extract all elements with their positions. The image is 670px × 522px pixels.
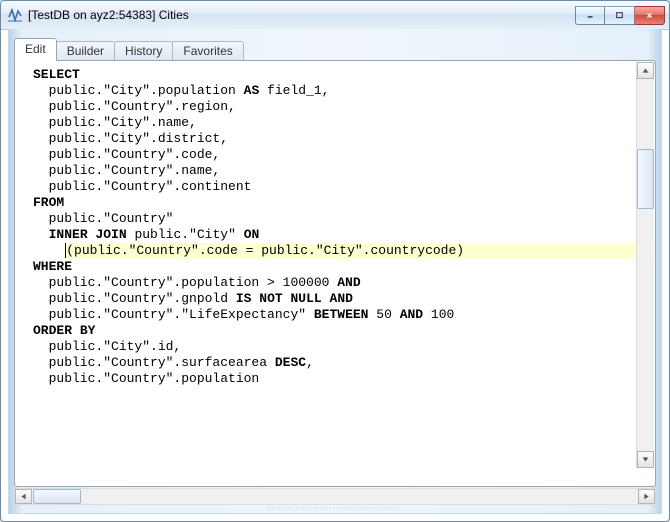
- tab-edit[interactable]: Edit: [14, 38, 57, 61]
- tab-favorites[interactable]: Favorites: [172, 41, 243, 62]
- editor-panel: SELECT public."City".population AS field…: [14, 60, 656, 487]
- window-title: [TestDB on ayz2:54383] Cities: [28, 8, 575, 22]
- chevron-down-icon: [642, 456, 649, 463]
- client-area: Edit Builder History Favorites SELECT pu…: [8, 29, 662, 514]
- scroll-left-button[interactable]: [15, 489, 32, 504]
- hscroll-thumb[interactable]: [33, 489, 81, 504]
- scroll-right-button[interactable]: [638, 489, 655, 504]
- tab-history[interactable]: History: [114, 41, 173, 62]
- close-icon: [646, 12, 653, 19]
- chevron-up-icon: [642, 67, 649, 74]
- horizontal-scrollbar[interactable]: [14, 488, 656, 505]
- scroll-track[interactable]: [637, 79, 654, 451]
- vertical-scrollbar[interactable]: [636, 62, 654, 468]
- scroll-down-button[interactable]: [637, 451, 654, 468]
- maximize-icon: [616, 12, 623, 19]
- app-window: [TestDB on ayz2:54383] Cities Edit Build…: [0, 0, 670, 522]
- scroll-thumb[interactable]: [637, 149, 654, 209]
- maximize-button[interactable]: [605, 6, 635, 25]
- tab-label: History: [125, 44, 162, 58]
- minimize-button[interactable]: [575, 6, 605, 25]
- tab-builder[interactable]: Builder: [56, 41, 115, 62]
- scroll-up-button[interactable]: [637, 62, 654, 79]
- tab-label: Edit: [25, 42, 46, 56]
- chevron-left-icon: [20, 493, 27, 500]
- grip-dots: ::::::::::::::::::::::::::::::::::::::::…: [267, 507, 403, 512]
- titlebar[interactable]: [TestDB on ayz2:54383] Cities: [1, 1, 669, 30]
- app-icon: [7, 7, 23, 23]
- tab-label: Builder: [67, 44, 104, 58]
- minimize-icon: [587, 12, 594, 19]
- code-scroll[interactable]: SELECT public."City".population AS field…: [15, 61, 655, 486]
- tab-label: Favorites: [183, 44, 232, 58]
- tabstrip: Edit Builder History Favorites: [9, 29, 661, 60]
- sql-editor[interactable]: SELECT public."City".population AS field…: [15, 61, 655, 393]
- chevron-right-icon: [643, 493, 650, 500]
- resize-grip[interactable]: ::::::::::::::::::::::::::::::::::::::::…: [235, 507, 435, 512]
- close-button[interactable]: [635, 6, 665, 25]
- window-buttons: [575, 6, 665, 25]
